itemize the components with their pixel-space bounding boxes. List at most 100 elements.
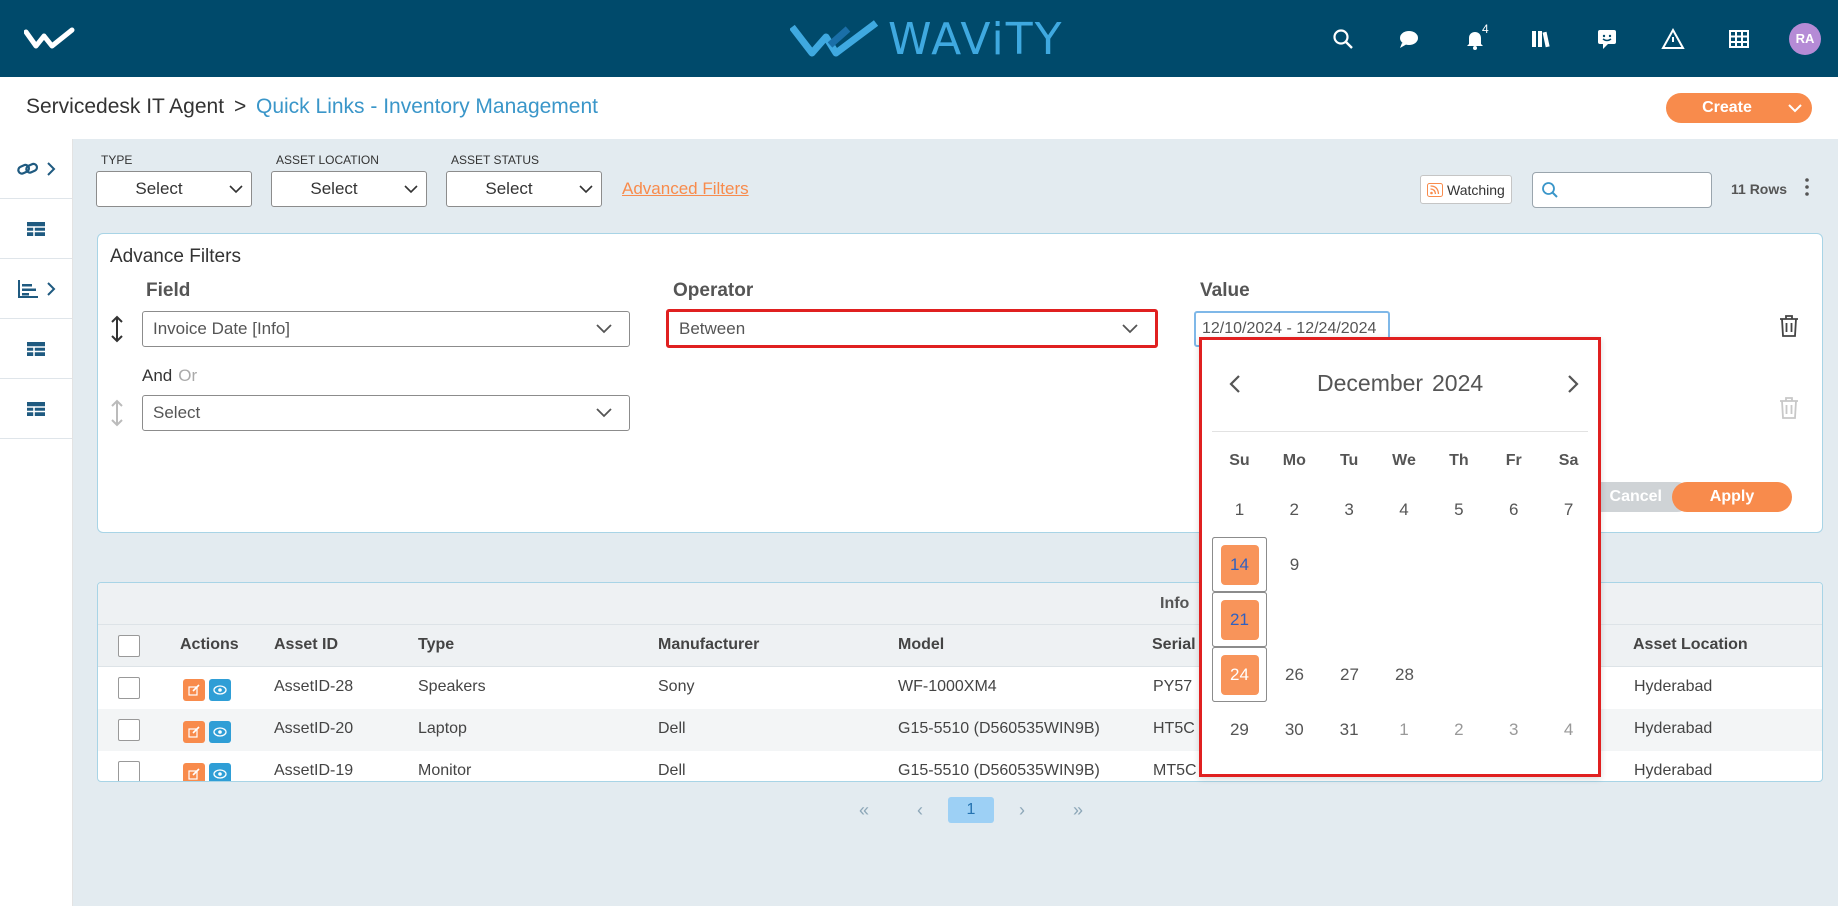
row-checkbox[interactable] — [118, 677, 140, 699]
search-input[interactable] — [1532, 172, 1712, 208]
chevron-left-icon[interactable] — [1226, 372, 1246, 396]
calendar-day[interactable]: 27 — [1322, 647, 1377, 702]
notifications-button[interactable]: 4 — [1442, 0, 1508, 77]
drag-handle-icon[interactable] — [108, 398, 126, 428]
field-select-row1[interactable]: Invoice Date [Info] — [142, 311, 630, 347]
rail-item-links[interactable] — [0, 139, 72, 199]
apps-grid-button[interactable] — [1706, 0, 1772, 77]
library-button[interactable] — [1508, 0, 1574, 77]
operator-select-row1[interactable]: Between — [666, 309, 1158, 348]
drag-handle-icon[interactable] — [108, 314, 126, 344]
cell-type: Laptop — [418, 720, 467, 737]
calendar-day[interactable]: 9 — [1267, 537, 1322, 592]
left-rail — [0, 139, 73, 906]
calendar-day[interactable]: 29 — [1212, 702, 1267, 757]
current-page-button[interactable]: 1 — [948, 797, 994, 823]
edit-icon — [188, 768, 200, 780]
calendar-year[interactable]: 2024 — [1432, 370, 1483, 397]
next-page-button[interactable]: › — [994, 800, 1050, 821]
column-header-serial[interactable]: Serial — [1152, 636, 1196, 654]
feedback-button[interactable] — [1574, 0, 1640, 77]
calendar-day-number: 3 — [1508, 719, 1519, 739]
view-button[interactable] — [209, 679, 231, 701]
rail-item-charts[interactable] — [0, 259, 72, 319]
column-header-type[interactable]: Type — [418, 636, 454, 654]
eye-icon — [213, 685, 227, 695]
calendar-day[interactable]: 1 — [1377, 702, 1432, 757]
warning-triangle-icon — [1661, 27, 1685, 49]
chevron-down-icon — [571, 184, 601, 194]
view-button[interactable] — [209, 721, 231, 743]
edit-button[interactable] — [183, 763, 205, 781]
calendar-month[interactable]: December — [1317, 370, 1423, 397]
calendar-day[interactable]: 31 — [1322, 702, 1377, 757]
row-checkbox[interactable] — [118, 719, 140, 741]
status-filter-select[interactable]: Select — [446, 171, 602, 207]
calendar-day[interactable]: 14 — [1212, 537, 1267, 592]
calendar-day-number: 5 — [1454, 499, 1464, 519]
cell-model: G15-5510 (D560535WIN9B) — [898, 762, 1100, 779]
more-options-icon[interactable] — [1803, 177, 1811, 197]
calendar-day[interactable]: 5 — [1431, 482, 1486, 537]
calendar-day[interactable]: 6 — [1486, 482, 1541, 537]
rail-item-table-1[interactable] — [0, 199, 72, 259]
calendar-day[interactable]: 30 — [1267, 702, 1322, 757]
calendar-day[interactable]: 1 — [1212, 482, 1267, 537]
chevron-right-icon — [47, 161, 56, 176]
chat-button[interactable] — [1376, 0, 1442, 77]
calendar-day[interactable]: 28 — [1377, 647, 1432, 702]
calendar-day[interactable]: 24 — [1212, 647, 1267, 702]
calendar-day[interactable]: 2 — [1267, 482, 1322, 537]
search-button[interactable] — [1310, 0, 1376, 77]
calendar-day[interactable]: 2 — [1431, 702, 1486, 757]
calendar-day-number: 30 — [1284, 719, 1304, 739]
app-logo-icon[interactable] — [24, 26, 76, 52]
watching-button[interactable]: Watching — [1420, 175, 1512, 204]
calendar-grid: Su Mo Tu We Th Fr Sa 1 2 3 4 5 6 7 891011121314151617… — [1212, 452, 1596, 757]
link-icon — [17, 162, 39, 175]
column-header-manufacturer[interactable]: Manufacturer — [658, 636, 759, 654]
calendar-week-row: 29 30 31 1 2 3 4 — [1212, 702, 1596, 757]
calendar-day[interactable]: 21 — [1212, 592, 1267, 647]
trash-icon[interactable] — [1778, 314, 1800, 338]
rss-icon — [1427, 182, 1443, 197]
create-button[interactable]: Create — [1666, 93, 1812, 123]
calendar-day[interactable]: 3 — [1322, 482, 1377, 537]
column-header-model[interactable]: Model — [898, 636, 944, 654]
select-all-checkbox[interactable] — [118, 635, 140, 657]
last-page-button[interactable]: » — [1050, 800, 1106, 821]
column-header-asset-location[interactable]: Asset Location — [1633, 636, 1748, 654]
edit-button[interactable] — [183, 679, 205, 701]
advanced-filters-link[interactable]: Advanced Filters — [622, 179, 749, 199]
rail-item-table-3[interactable] — [0, 379, 72, 439]
apply-button[interactable]: Apply — [1672, 482, 1792, 512]
table-icon — [27, 221, 45, 236]
calendar-day[interactable]: 4 — [1377, 482, 1432, 537]
trash-icon[interactable] — [1778, 396, 1800, 420]
and-option[interactable]: And — [142, 366, 172, 385]
chevron-down-icon[interactable] — [1778, 103, 1812, 113]
row-checkbox[interactable] — [118, 761, 140, 781]
view-button[interactable] — [209, 763, 231, 781]
breadcrumb-parent[interactable]: Servicedesk IT Agent — [26, 95, 224, 119]
calendar-day[interactable]: 3 — [1486, 702, 1541, 757]
or-option[interactable]: Or — [178, 366, 197, 385]
location-filter-select[interactable]: Select — [271, 171, 427, 207]
field-column-header: Field — [146, 280, 191, 301]
edit-button[interactable] — [183, 721, 205, 743]
column-header-asset-id[interactable]: Asset ID — [274, 636, 338, 654]
calendar-day[interactable]: 4 — [1541, 702, 1596, 757]
calendar-day[interactable]: 26 — [1267, 647, 1322, 702]
calendar-day-number: 31 — [1339, 719, 1359, 739]
previous-page-button[interactable]: ‹ — [892, 800, 948, 821]
type-filter-select[interactable]: Select — [96, 171, 252, 207]
field-select-row2[interactable]: Select — [142, 395, 630, 431]
column-header-actions[interactable]: Actions — [180, 636, 239, 654]
calendar-day[interactable]: 7 — [1541, 482, 1596, 537]
alerts-button[interactable] — [1640, 0, 1706, 77]
first-page-button[interactable]: « — [836, 800, 892, 821]
rail-item-table-2[interactable] — [0, 319, 72, 379]
user-menu-button[interactable]: RA — [1772, 0, 1838, 77]
chevron-right-icon[interactable] — [1562, 372, 1582, 396]
calendar-day-number: 1 — [1234, 499, 1245, 519]
